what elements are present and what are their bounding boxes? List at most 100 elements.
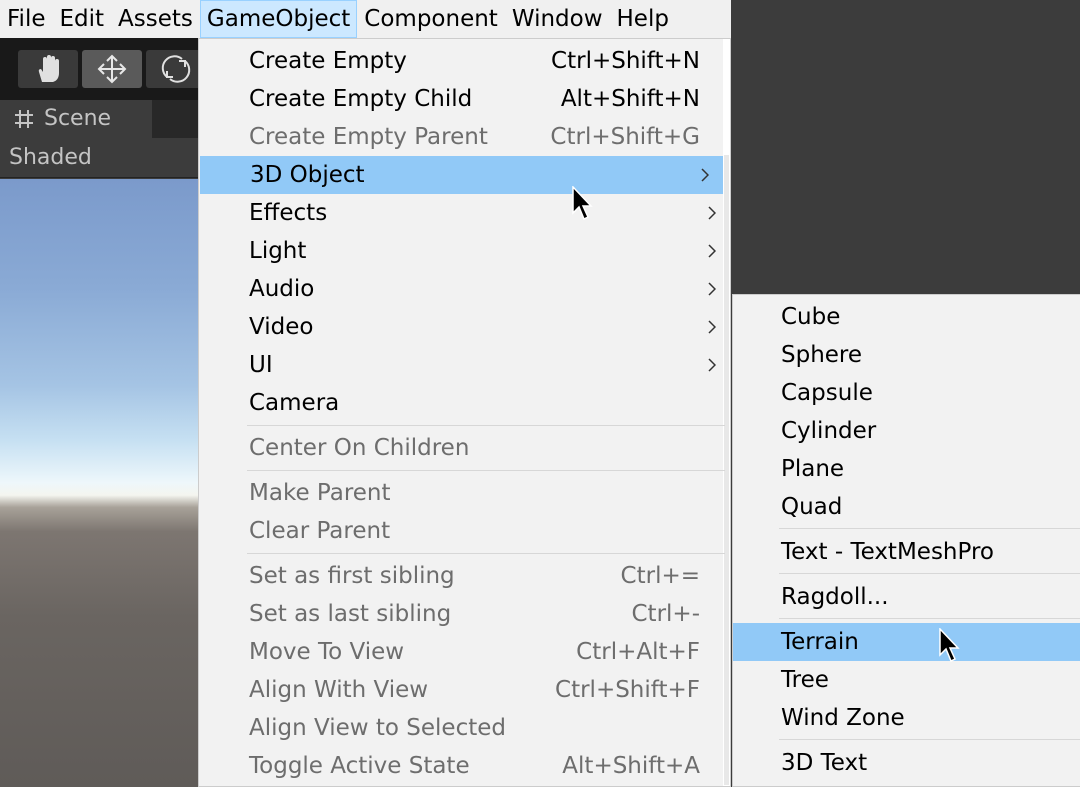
unity-editor-window: File Edit Assets GameObject Component Wi… [0, 0, 1080, 787]
chevron-right-icon [708, 232, 716, 270]
submenu-separator [779, 618, 1080, 619]
rotate-tool-button[interactable] [146, 50, 206, 88]
submenu-item-sphere[interactable]: Sphere [733, 336, 1080, 374]
hand-tool-icon [38, 55, 59, 82]
menu-item-label: Set as last sibling [249, 601, 452, 627]
shading-mode-dropdown[interactable]: Shaded [0, 138, 200, 178]
submenu-item-label: Tree [781, 667, 829, 693]
menu-item-label: Set as first sibling [249, 563, 455, 589]
menu-file[interactable]: File [0, 0, 53, 38]
chevron-right-icon [708, 308, 716, 346]
menu-component[interactable]: Component [357, 0, 505, 38]
menu-item-shortcut: Ctrl+Shift+F [555, 677, 700, 703]
submenu-item-label: Wind Zone [781, 705, 905, 731]
submenu-item-label: Cylinder [781, 418, 877, 444]
submenu-item-label: Ragdoll... [781, 584, 889, 610]
submenu-item-terrain[interactable]: Terrain [733, 623, 1080, 661]
menu-separator [247, 470, 725, 471]
menu-item-label: 3D Object [250, 162, 365, 188]
submenu-item-label: Capsule [781, 380, 873, 406]
menu-item-label: Create Empty Parent [249, 124, 488, 150]
menu-item-toggle-active-state[interactable]: Toggle Active State Alt+Shift+A [199, 747, 730, 785]
submenu-item-label: 3D Text [781, 750, 868, 776]
submenu-item-label: Terrain [781, 629, 859, 655]
menu-item-shortcut: Ctrl+Shift+G [550, 124, 700, 150]
menu-item-move-to-view[interactable]: Move To View Ctrl+Alt+F [199, 633, 730, 671]
submenu-item-label: Sphere [781, 342, 863, 368]
submenu-item-label: Text - TextMeshPro [781, 539, 994, 565]
menu-item-set-first-sibling[interactable]: Set as first sibling Ctrl+= [199, 557, 730, 595]
submenu-item-cylinder[interactable]: Cylinder [733, 412, 1080, 450]
submenu-item-capsule[interactable]: Capsule [733, 374, 1080, 412]
submenu-item-3d-text[interactable]: 3D Text [733, 744, 1080, 782]
submenu-separator [779, 739, 1080, 740]
menu-item-shortcut: Ctrl+- [631, 601, 701, 627]
menu-item-label: Create Empty [249, 48, 407, 74]
menu-item-label: Audio [249, 276, 315, 302]
menu-item-align-view-to-selected[interactable]: Align View to Selected [199, 709, 730, 747]
menu-item-label: Clear Parent [249, 518, 391, 544]
menu-item-make-parent[interactable]: Make Parent [199, 474, 730, 512]
menu-edit[interactable]: Edit [53, 0, 112, 38]
menu-item-label: Move To View [249, 639, 405, 665]
menu-separator [247, 553, 725, 554]
tab-scene[interactable]: Scene [0, 100, 152, 138]
chevron-right-icon [708, 270, 716, 308]
hand-tool-button[interactable] [18, 50, 78, 88]
menu-item-ui[interactable]: UI [199, 346, 730, 384]
submenu-item-label: Cube [781, 304, 841, 330]
menu-item-create-empty-child[interactable]: Create Empty Child Alt+Shift+N [199, 80, 730, 118]
move-tool-button[interactable] [82, 50, 142, 88]
chevron-right-icon [708, 194, 716, 232]
mouse-cursor-icon [939, 628, 960, 663]
menu-item-label: Video [249, 314, 314, 340]
menu-item-3d-object[interactable]: 3D Object [200, 156, 723, 194]
submenu-item-quad[interactable]: Quad [733, 488, 1080, 526]
menu-item-label: Align View to Selected [249, 715, 506, 741]
menu-item-video[interactable]: Video [199, 308, 730, 346]
menu-help[interactable]: Help [610, 0, 676, 38]
submenu-item-ragdoll[interactable]: Ragdoll... [733, 578, 1080, 616]
menu-item-effects[interactable]: Effects [199, 194, 730, 232]
menu-assets[interactable]: Assets [111, 0, 200, 38]
menu-item-align-with-view[interactable]: Align With View Ctrl+Shift+F [199, 671, 730, 709]
chevron-right-icon [701, 156, 709, 194]
menu-item-set-last-sibling[interactable]: Set as last sibling Ctrl+- [199, 595, 730, 633]
menu-item-label: Make Parent [249, 480, 391, 506]
submenu-item-cube[interactable]: Cube [733, 298, 1080, 336]
scene-grid-icon [15, 110, 33, 128]
scene-viewport[interactable] [0, 179, 200, 787]
menu-window[interactable]: Window [505, 0, 610, 38]
menu-item-label: Align With View [249, 677, 429, 703]
menu-gameobject[interactable]: GameObject [199, 0, 358, 38]
tab-scene-label: Scene [44, 106, 112, 131]
menu-item-create-empty-parent[interactable]: Create Empty Parent Ctrl+Shift+G [199, 118, 730, 156]
menu-item-light[interactable]: Light [199, 232, 730, 270]
menu-item-center-on-children[interactable]: Center On Children [199, 429, 730, 467]
menu-item-audio[interactable]: Audio [199, 270, 730, 308]
submenu-item-text-meshpro[interactable]: Text - TextMeshPro [733, 533, 1080, 571]
menu-item-label: Effects [249, 200, 328, 226]
menu-bar: File Edit Assets GameObject Component Wi… [0, 0, 731, 38]
gameobject-dropdown-menu: Create Empty Ctrl+Shift+N Create Empty C… [198, 38, 731, 787]
menu-item-label: Create Empty Child [249, 86, 473, 112]
submenu-item-plane[interactable]: Plane [733, 450, 1080, 488]
menu-item-camera[interactable]: Camera [199, 384, 730, 422]
submenu-item-wind-zone[interactable]: Wind Zone [733, 699, 1080, 737]
menu-item-label: UI [249, 352, 273, 378]
menu-item-shortcut: Alt+Shift+A [562, 753, 700, 779]
submenu-item-label: Quad [781, 494, 843, 520]
submenu-item-tree[interactable]: Tree [733, 661, 1080, 699]
menu-item-label: Camera [249, 390, 340, 416]
menu-item-clear-parent[interactable]: Clear Parent [199, 512, 730, 550]
submenu-separator [779, 528, 1080, 529]
editor-toolbar [0, 38, 206, 100]
menu-item-shortcut: Ctrl+Shift+N [551, 48, 700, 74]
3d-object-submenu: Cube Sphere Capsule Cylinder Plane Quad … [732, 294, 1080, 787]
menu-item-create-empty[interactable]: Create Empty Ctrl+Shift+N [199, 42, 730, 80]
menu-item-label: Center On Children [249, 435, 470, 461]
mouse-cursor-icon [572, 186, 593, 221]
menu-item-shortcut: Ctrl+Alt+F [576, 639, 700, 665]
shading-mode-label: Shaded [9, 145, 92, 170]
scene-tab-bar: Scene [0, 100, 200, 138]
